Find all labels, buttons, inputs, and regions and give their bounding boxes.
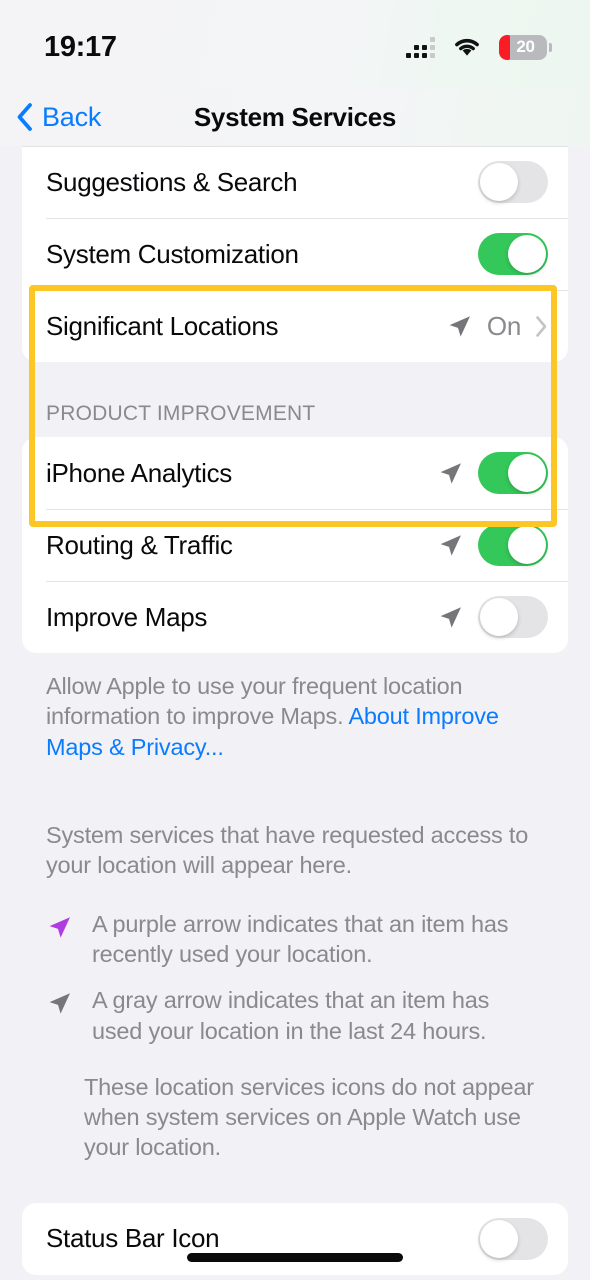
toggle-iphone-analytics[interactable] [478,452,548,494]
row-significant-locations[interactable]: Significant Locations On [22,290,568,362]
row-label: Status Bar Icon [46,1223,220,1254]
battery-icon: 20 [499,34,547,60]
battery-indicator: 20 [499,34,552,60]
status-bar-indicators: 20 [406,29,552,60]
cellular-signal-icon [406,36,435,58]
toggle-knob [508,235,546,273]
battery-percent-label: 20 [516,37,535,56]
row-label: Improve Maps [46,601,208,632]
toggle-knob [508,454,546,492]
toggle-improve-maps[interactable] [478,596,548,638]
row-label: Significant Locations [46,310,279,341]
status-bar-icon-footer: Show the Location Services icon in the s… [0,1275,590,1280]
battery-tip [549,42,552,52]
toggle-suggestions-and-search[interactable] [478,161,548,203]
settings-scroll-view[interactable]: Suggestions & Search System Customizatio… [0,146,590,1280]
apple-watch-note: These location services icons do not app… [84,1073,534,1161]
row-accessory [478,233,548,275]
toggle-status-bar-icon[interactable] [478,1217,548,1260]
row-accessory [437,524,548,566]
location-arrow-legend: A purple arrow indicates that an item ha… [0,881,590,1046]
row-system-customization[interactable]: System Customization [22,218,568,290]
status-bar-clock: 19:17 [44,30,117,63]
row-label: Suggestions & Search [46,166,298,197]
row-routing-and-traffic[interactable]: Routing & Traffic [22,509,568,581]
system-services-list-card: Suggestions & Search System Customizatio… [22,146,568,362]
iphone-screen: 19:17 20 Back System Services Suggestion… [0,0,590,1280]
row-accessory [478,161,548,203]
back-button[interactable]: Back [16,102,101,133]
home-indicator[interactable] [187,1253,403,1262]
legend-item-purple-arrow: A purple arrow indicates that an item ha… [46,909,544,970]
status-bar: 19:17 20 [0,0,590,88]
legend-gray-text: A gray arrow indicates that an item has … [92,987,490,1044]
gray-location-arrow-icon [440,462,461,484]
legend-item-gray-arrow: A gray arrow indicates that an item has … [46,985,544,1046]
row-label: iPhone Analytics [46,457,232,488]
toggle-knob [480,1219,518,1258]
gray-location-arrow-icon [46,985,74,1046]
wifi-icon [455,38,479,56]
toggle-knob [508,526,546,564]
row-value: On [486,310,521,341]
row-improve-maps[interactable]: Improve Maps [22,581,568,653]
legend-purple-text: A purple arrow indicates that an item ha… [92,910,509,967]
navigation-bar: Back System Services [0,88,590,146]
row-suggestions-and-search[interactable]: Suggestions & Search [22,146,568,218]
row-separator [46,290,568,291]
row-separator [22,146,568,147]
gray-location-arrow-icon [440,534,461,556]
row-accessory [437,452,548,494]
footer-spacer [0,762,590,802]
toggle-knob [480,163,518,201]
row-separator [46,218,568,219]
toggle-routing-and-traffic[interactable] [478,524,548,566]
row-accessory: On [446,311,548,342]
row-separator [46,509,568,510]
note-spacer [0,1163,590,1203]
chevron-right-icon [536,315,547,337]
status-bar-icon-card: Status Bar Icon [22,1202,568,1275]
chevron-left-icon [17,103,32,131]
row-accessory [478,1217,548,1260]
improve-maps-footer: Allow Apple to use your frequent locatio… [0,653,590,762]
row-separator [46,581,568,582]
row-label: System Customization [46,238,299,269]
toggle-system-customization[interactable] [478,233,548,275]
row-accessory [437,596,548,638]
purple-location-arrow-icon [46,909,74,970]
row-label: Routing & Traffic [46,529,233,560]
toggle-knob [480,598,518,636]
row-iphone-analytics[interactable]: iPhone Analytics [22,437,568,509]
row-status-bar-icon[interactable]: Status Bar Icon [22,1203,568,1275]
gray-location-arrow-icon [449,315,470,337]
system-services-info-text: System services that have requested acce… [46,821,529,879]
section-header-product-improvement: PRODUCT IMPROVEMENT [46,402,316,425]
back-button-label: Back [42,101,102,132]
product-improvement-list-card: iPhone Analytics Routing & Traffic Impro… [22,437,568,653]
gray-location-arrow-icon [440,606,461,628]
